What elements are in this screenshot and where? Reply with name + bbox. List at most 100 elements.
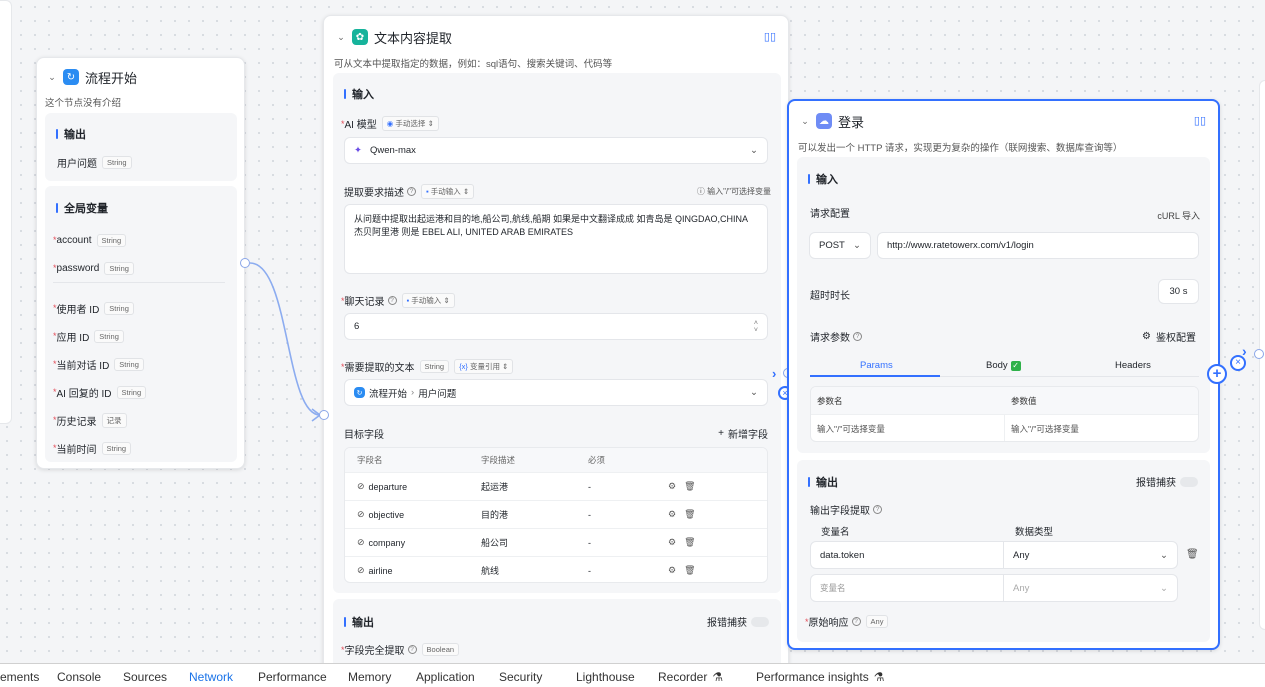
requirement-label: 提取要求描述 — [344, 188, 404, 199]
error-catch-toggle[interactable] — [751, 616, 769, 627]
requirement-mode-select[interactable]: ▪ 手动输入 ⇕ — [421, 184, 475, 199]
raw-response-label: 原始响应 — [808, 618, 849, 629]
next-node-handle[interactable] — [1254, 349, 1264, 359]
new-type-select[interactable]: Any ⌄ — [1003, 574, 1178, 602]
url-input[interactable]: http://www.ratetowerx.com/v1/login — [877, 232, 1199, 259]
help-icon[interactable]: ? — [873, 505, 882, 514]
timeout-input[interactable]: 30 s — [1158, 279, 1199, 304]
check-circle-icon: ⊘ — [357, 537, 365, 547]
timeout-label: 超时时长 — [810, 291, 850, 302]
collapse-chevron-icon[interactable]: ⌄ — [798, 116, 812, 127]
chevron-down-icon: ⌄ — [750, 145, 758, 156]
extract-node-input-handle[interactable] — [319, 410, 329, 420]
error-catch-toggle[interactable] — [1180, 476, 1198, 487]
flask-icon: ⚗ — [712, 670, 724, 684]
login-http-node[interactable]: ⌄ ☁ 登录 ▯▯ 可以发出一个 HTTP 请求，实现更为复杂的操作（联网搜索、… — [787, 99, 1220, 650]
field-name: airline — [368, 565, 393, 576]
devtools-tab-network[interactable]: Network — [189, 670, 233, 684]
tab-body[interactable]: Body ✓ — [986, 360, 1021, 371]
curl-import-button[interactable]: cURL 导入 — [1157, 209, 1200, 222]
history-number-input[interactable]: 6 ˄ ˅ — [344, 313, 768, 340]
check-circle-icon: ⊘ — [357, 481, 365, 491]
devtools-tab-sources[interactable]: Sources — [123, 670, 167, 684]
start-node-output-handle[interactable] — [240, 258, 250, 268]
book-icon[interactable]: ▯▯ — [764, 30, 776, 43]
tab-params[interactable]: Params — [860, 360, 893, 371]
connect-arrow-icon[interactable]: › — [1242, 343, 1247, 359]
connect-arrow-icon[interactable]: › — [772, 366, 776, 381]
delete-icon[interactable]: 🗑 — [1186, 549, 1199, 560]
global-vars-section: 全局变量 * account String * password String *… — [45, 186, 237, 462]
collapse-chevron-icon[interactable]: ⌄ — [334, 32, 348, 43]
complete-type-tag: Boolean — [421, 643, 460, 656]
help-icon[interactable]: ? — [853, 332, 862, 341]
offscreen-node-edge — [0, 0, 12, 424]
chevron-down-icon: ⌄ — [853, 240, 861, 251]
add-node-icon[interactable]: + — [1207, 364, 1227, 384]
field-name: departure — [368, 481, 408, 492]
history-mode-select[interactable]: ▪ 手动输入 ⇕ — [401, 293, 455, 308]
col-data-type: 数据类型 — [1015, 527, 1054, 538]
tab-headers[interactable]: Headers — [1115, 360, 1151, 371]
ai-model-mode-select[interactable]: ◉ 手动选择 ⇕ — [381, 116, 439, 131]
gear-icon[interactable]: ⚙ — [668, 509, 676, 520]
gear-icon[interactable]: ⚙ — [668, 537, 676, 548]
gear-icon[interactable]: ⚙ — [668, 481, 676, 492]
help-icon[interactable]: ? — [407, 187, 416, 196]
text-mode-select[interactable]: {x} 变量引用 ⇕ — [454, 359, 514, 374]
extract-fields-label: 输出字段提取 — [810, 506, 870, 517]
devtools-tab-ements[interactable]: ements — [0, 670, 39, 684]
chevron-down-icon: ⌄ — [750, 387, 758, 398]
param-value-input[interactable]: 输入"/"可选择变量 — [1005, 423, 1079, 435]
global-var-item: * account String — [53, 226, 229, 254]
devtools-tab-recorder[interactable]: Recorder ⚗ — [658, 670, 723, 684]
output-var-name-input[interactable]: data.token — [810, 541, 1004, 569]
node-desc: 可从文本中提取指定的数据，例如：sql语句、搜索关键词、代码等 — [334, 59, 613, 70]
devtools-tab-lighthouse[interactable]: Lighthouse — [576, 670, 635, 684]
global-var-item: * 历史记录 记录 — [53, 406, 229, 434]
method-select[interactable]: POST ⌄ — [809, 232, 871, 259]
output-field: 用户问题 String — [57, 155, 132, 170]
requirement-textarea[interactable]: 从问题中提取出起运港和目的地,船公司,航线,船期 如果是中文翻译成成 如青岛是 … — [344, 204, 768, 274]
global-var-item: * 当前时间 String — [53, 434, 229, 462]
text-extract-node[interactable]: ⌄ ✿ 文本内容提取 ▯▯ 可从文本中提取指定的数据，例如：sql语句、搜索关键… — [323, 15, 789, 679]
stepper-icon[interactable]: ˄ ˅ — [754, 320, 758, 334]
field-required: - — [588, 509, 591, 520]
delete-icon[interactable]: 🗑 — [684, 537, 695, 548]
var-name: AI 回复的 ID — [56, 388, 112, 400]
ai-model-label: AI 模型 — [344, 120, 377, 131]
var-type-tag: String — [116, 385, 147, 399]
field-type-tag: String — [102, 156, 132, 169]
devtools-tab-memory[interactable]: Memory — [348, 670, 391, 684]
help-icon[interactable]: ? — [387, 296, 397, 305]
text-source-select[interactable]: ↻ 流程开始 › 用户问题 ⌄ — [344, 379, 768, 406]
param-name-input[interactable]: 输入"/"可选择变量 — [811, 415, 1005, 441]
ai-model-select[interactable]: ✦ Qwen-max ⌄ — [344, 137, 768, 164]
global-var-item: * 使用者 ID String — [53, 294, 229, 322]
var-name: account — [56, 234, 92, 246]
devtools-tab-performance[interactable]: Performance — [258, 670, 327, 684]
divider — [53, 282, 225, 283]
add-field-button[interactable]: + 新增字段 — [718, 426, 768, 441]
output-type-select[interactable]: Any ⌄ — [1003, 541, 1178, 569]
plus-icon: + — [718, 428, 724, 439]
help-icon[interactable]: ? — [407, 645, 417, 654]
book-icon[interactable]: ▯▯ — [1194, 114, 1206, 127]
table-row: ⊘ departure 起运港 - ⚙ 🗑 — [345, 472, 767, 500]
delete-icon[interactable]: 🗑 — [684, 481, 695, 492]
collapse-chevron-icon[interactable]: ⌄ — [45, 72, 59, 83]
devtools-tab-console[interactable]: Console — [57, 670, 101, 684]
delete-icon[interactable]: 🗑 — [684, 565, 695, 576]
var-name: 当前时间 — [56, 444, 97, 456]
devtools-tab-application[interactable]: Application — [416, 670, 475, 684]
gear-icon[interactable]: ⚙ — [668, 565, 676, 576]
devtools-tab-performance-insights[interactable]: Performance insights ⚗ — [756, 670, 884, 684]
auth-config-button[interactable]: ⚙ 鉴权配置 — [1142, 329, 1196, 344]
devtools-tab-security[interactable]: Security — [499, 670, 542, 684]
field-required: - — [588, 565, 591, 576]
delete-icon[interactable]: 🗑 — [684, 509, 695, 520]
global-var-item: * 当前对话 ID String — [53, 350, 229, 378]
start-node[interactable]: ⌄ ↻ 流程开始 这个节点没有介绍 输出 用户问题 String 全局变量 * … — [36, 57, 245, 469]
help-icon[interactable]: ? — [851, 617, 861, 626]
new-var-name-input[interactable]: 变量名 — [810, 574, 1004, 602]
